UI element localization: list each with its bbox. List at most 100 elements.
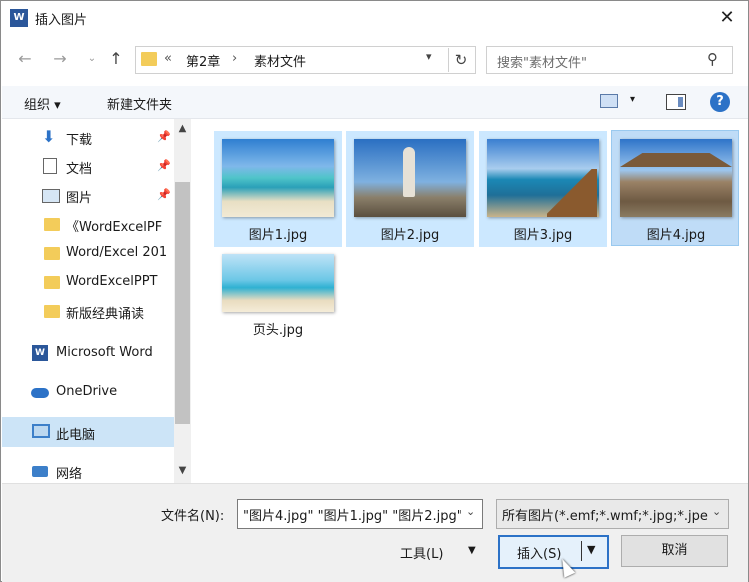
onedrive-cloud-icon [31,388,49,398]
window-title: 插入图片 [35,13,88,28]
folder-icon [44,305,60,318]
nav-item-microsoft-word[interactable]: W Microsoft Word [2,340,174,366]
nav-item-folder[interactable]: WordExcelPPT [2,269,174,295]
nav-item-folder[interactable]: 新版经典诵读 [2,298,174,324]
file-item[interactable]: 图片2.jpg [346,131,474,247]
split-divider [581,541,582,561]
pin-icon: 📌 [157,188,171,201]
thumbnail-beach [222,139,334,217]
forward-button[interactable]: → [49,47,71,71]
roof-shape [620,153,732,167]
navigation-pane: ⬇ 下载 📌 文档 📌 图片 📌 《WordExcelPF Word/Excel… [2,119,174,483]
nav-item-label: Word/Excel 201 [66,245,168,260]
command-bar: 组织 ▾ 新建文件夹 ▾ ? [2,86,748,119]
download-arrow-icon: ⬇ [42,127,56,146]
nav-item-documents[interactable]: 文档 📌 [2,153,174,179]
nav-item-folder[interactable]: Word/Excel 201 [2,240,174,266]
view-options-chevron-icon[interactable]: ▾ [630,94,635,105]
refresh-icon[interactable]: ↻ [448,48,473,72]
folder-icon [44,276,60,289]
breadcrumb-overflow[interactable]: « [164,51,172,66]
nav-item-onedrive[interactable]: OneDrive [2,379,174,405]
nav-item-label: 图片 [66,191,93,206]
pin-icon: 📌 [157,130,171,143]
chevron-down-icon[interactable]: ⌄ [712,505,749,518]
cancel-button[interactable]: 取消 [621,535,728,567]
breadcrumb-separator[interactable]: › [232,51,237,66]
word-app-icon: W [10,9,28,27]
nav-item-label: 网络 [56,467,83,482]
pictures-icon [42,189,60,203]
chevron-down-icon[interactable]: ▾ [426,50,432,63]
file-type-value[interactable]: 所有图片(*.emf;*.wmf;*.jpg;*.jpeg;*.png) [502,505,708,524]
search-placeholder: 搜索"素材文件" [497,56,587,71]
back-button[interactable]: ← [14,47,36,71]
tools-button[interactable]: 工具(L) [400,543,443,562]
file-name: 图片4.jpg [646,228,706,243]
recent-locations-icon[interactable]: ⌄ [81,47,103,71]
nav-item-this-pc[interactable]: 此电脑 [2,417,174,447]
scroll-up-icon[interactable]: ▲ [174,123,191,134]
view-icon[interactable] [600,94,618,108]
pin-icon: 📌 [157,159,171,172]
search-icon[interactable]: ⚲ [707,50,718,68]
nav-item-pictures[interactable]: 图片 📌 [2,182,174,208]
document-icon [43,158,57,174]
up-button[interactable]: ↑ [105,47,127,71]
help-icon[interactable]: ? [710,92,730,112]
nav-item-label: 此电脑 [56,428,96,443]
insert-options-dropdown-icon[interactable]: ▼ [587,543,595,556]
file-name: 图片3.jpg [513,228,573,243]
address-bar[interactable]: « 第2章 › 素材文件 ▾ ↻ [135,46,476,74]
network-icon [32,466,48,477]
dialog-footer: 文件名(N): "图片4.jpg" "图片1.jpg" "图片2.jpg" "图… [2,483,748,582]
pier-shape [547,169,597,217]
insert-button[interactable]: 插入(S) ▼ [498,535,609,569]
scroll-thumb[interactable] [175,182,190,424]
thumbnail-statue [354,139,466,217]
breadcrumb-chapter2[interactable]: 第2章 [186,51,220,70]
nav-item-folder[interactable]: 《WordExcelPF [2,211,174,237]
file-item[interactable]: 图片4.jpg [611,130,739,246]
file-list: 图片1.jpg 图片2.jpg 图片3.jpg 图片4.jpg 页头.jpg [192,119,748,483]
file-name: 页头.jpg [252,323,304,338]
new-folder-button[interactable]: 新建文件夹 [107,94,172,113]
file-item[interactable]: 页头.jpg [214,248,342,364]
word-icon: W [32,345,48,361]
file-item[interactable]: 图片3.jpg [479,131,607,247]
thumbnail-header [222,254,334,312]
close-button[interactable]: ✕ [713,5,741,31]
scroll-down-icon[interactable]: ▼ [174,465,191,476]
folder-icon [44,247,60,260]
file-type-select[interactable]: 所有图片(*.emf;*.wmf;*.jpg;*.jpeg;*.png) ⌄ [496,499,729,529]
nav-item-network[interactable]: 网络 [2,458,174,483]
statue-shape [403,147,415,197]
organize-button[interactable]: 组织 ▾ [24,94,61,113]
thumbnail-pavilion [620,139,732,217]
nav-item-label: 下载 [66,133,93,148]
computer-icon [32,424,50,438]
search-input[interactable]: 搜索"素材文件" ⚲ [486,46,733,74]
filename-field[interactable]: "图片4.jpg" "图片1.jpg" "图片2.jpg" "图片3.jpg" … [237,499,483,529]
nav-item-downloads[interactable]: ⬇ 下载 📌 [2,124,174,150]
nav-item-label: WordExcelPPT [66,274,158,289]
insert-label: 插入(S) [517,547,562,562]
nav-item-label: 新版经典诵读 [66,307,145,322]
thumbnail-pier [487,139,599,217]
breadcrumb-materials[interactable]: 素材文件 [254,51,306,70]
file-name: 图片2.jpg [380,228,440,243]
nav-item-label: 《WordExcelPF [66,220,163,235]
nav-scrollbar[interactable]: ▲ ▼ [174,119,191,483]
nav-item-label: 文档 [66,162,93,177]
folder-icon [44,218,60,231]
insert-picture-dialog: W 插入图片 ✕ ← → ⌄ ↑ « 第2章 › 素材文件 ▾ ↻ 搜索"素材文… [0,0,749,582]
nav-item-label: Microsoft Word [56,345,153,360]
preview-pane-icon[interactable] [666,94,686,110]
tools-dropdown-icon[interactable]: ▼ [468,545,476,556]
filename-label: 文件名(N): [161,509,225,524]
file-item[interactable]: 图片1.jpg [214,131,342,247]
nav-item-label: OneDrive [56,384,118,399]
folder-icon [141,52,157,66]
title-bar: W 插入图片 ✕ [1,1,748,35]
filename-value[interactable]: "图片4.jpg" "图片1.jpg" "图片2.jpg" "图片3.jpg" [243,505,461,524]
